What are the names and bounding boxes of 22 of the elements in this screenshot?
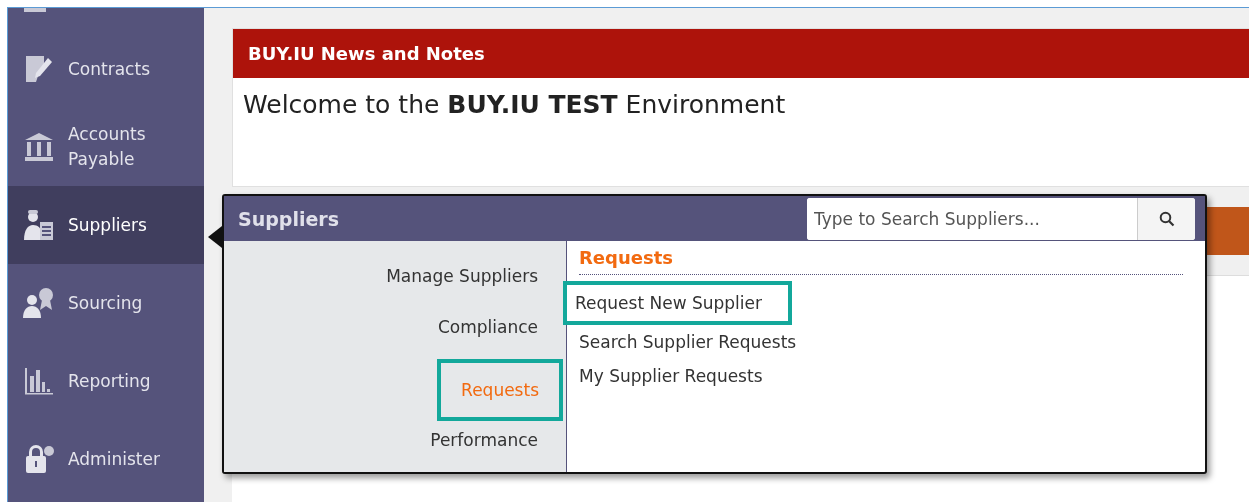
flyout-title: Suppliers bbox=[238, 207, 339, 230]
search-icon bbox=[1158, 210, 1175, 227]
sidebar-item[interactable]: Suppliers bbox=[8, 186, 204, 264]
sidebar-item[interactable]: Reporting bbox=[8, 342, 204, 420]
news-title: BUY.IU News and Notes bbox=[248, 43, 485, 64]
menu-link[interactable]: Request New Supplier bbox=[563, 281, 792, 325]
people-award-icon bbox=[22, 286, 56, 320]
bank-icon bbox=[22, 130, 56, 164]
person-clipboard-icon bbox=[22, 208, 56, 242]
sidebar-item[interactable]: Contracts bbox=[8, 30, 204, 108]
sidebar-item[interactable]: Accounts Payable bbox=[8, 108, 204, 186]
search-button[interactable] bbox=[1137, 197, 1195, 240]
submenu-item[interactable]: Compliance bbox=[437, 308, 538, 359]
submenu-item[interactable]: Manage Suppliers bbox=[386, 257, 538, 308]
sidebar-item[interactable]: Administer bbox=[8, 420, 204, 498]
search-field[interactable]: Type to Search Suppliers... bbox=[807, 197, 1195, 240]
sidebar-item[interactable]: Sourcing bbox=[8, 264, 204, 342]
submenu-item[interactable]: Performance bbox=[430, 421, 538, 472]
menu-link[interactable]: My Supplier Requests bbox=[571, 359, 771, 393]
section-title: Requests bbox=[579, 247, 1183, 275]
welcome-message: Welcome to the BUY.IU TEST Environment bbox=[243, 90, 787, 119]
menu-link[interactable]: Search Supplier Requests bbox=[571, 325, 805, 359]
